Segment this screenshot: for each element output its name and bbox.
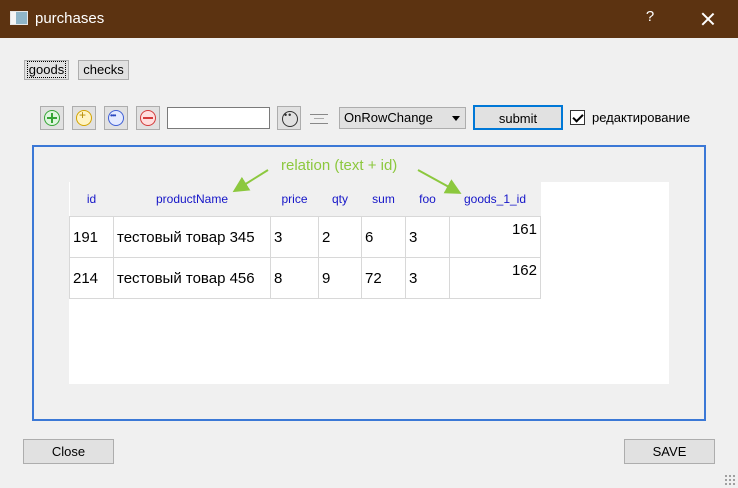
- column-header-foo[interactable]: foo: [405, 182, 450, 217]
- cell-qty[interactable]: 9: [318, 257, 362, 299]
- edit-checkbox-label: редактирование: [592, 110, 691, 125]
- column-header-id[interactable]: id: [69, 182, 114, 217]
- column-header-productname[interactable]: productName: [113, 182, 271, 217]
- cell-goods-1-id[interactable]: 162: [449, 257, 541, 299]
- cell-qty[interactable]: 2: [318, 216, 362, 258]
- column-header-goods-1-id[interactable]: goods_1_id: [449, 182, 541, 217]
- more-circle-icon: [108, 110, 124, 126]
- mode-select-value: OnRowChange: [344, 110, 433, 125]
- delete-circle-icon: [140, 110, 156, 126]
- cell-sum[interactable]: 72: [361, 257, 406, 299]
- help-button[interactable]: ?: [638, 8, 662, 30]
- mode-select[interactable]: OnRowChange: [339, 107, 466, 129]
- cell-productname[interactable]: тестовый товар 456: [113, 257, 271, 299]
- cell-id[interactable]: 191: [69, 216, 114, 258]
- cell-id[interactable]: 214: [69, 257, 114, 299]
- add-copy-button[interactable]: [72, 106, 96, 130]
- chevron-down-icon: [452, 116, 460, 121]
- find-button[interactable]: [277, 106, 301, 130]
- cell-sum[interactable]: 6: [361, 216, 406, 258]
- column-header-qty[interactable]: qty: [318, 182, 362, 217]
- split-icon[interactable]: [309, 110, 329, 128]
- cell-price[interactable]: 3: [270, 216, 319, 258]
- close-button[interactable]: Close: [23, 439, 114, 464]
- resize-grip-icon[interactable]: [724, 474, 736, 486]
- window-title: purchases: [35, 10, 105, 27]
- table-row[interactable]: 191 тестовый товар 345 3 2 6 3 161: [69, 216, 541, 258]
- submit-button[interactable]: submit: [473, 105, 563, 130]
- search-input[interactable]: [167, 107, 270, 129]
- table-header-row: id productName price qty sum foo goods_1…: [69, 182, 541, 217]
- column-header-sum[interactable]: sum: [361, 182, 406, 217]
- title-bar: purchases ?: [0, 0, 738, 38]
- tab-goods[interactable]: goods: [24, 60, 69, 80]
- tab-goods-label: goods: [26, 61, 67, 78]
- add-copy-icon: [76, 108, 92, 126]
- purchases-table: id productName price qty sum foo goods_1…: [69, 182, 541, 299]
- add-circle-icon: [44, 110, 60, 126]
- cell-productname[interactable]: тестовый товар 345: [113, 216, 271, 258]
- window-app-icon: [10, 11, 28, 25]
- cell-price[interactable]: 8: [270, 257, 319, 299]
- column-header-price[interactable]: price: [270, 182, 319, 217]
- table-row[interactable]: 214 тестовый товар 456 8 9 72 3 162: [69, 257, 541, 299]
- tab-checks[interactable]: checks: [78, 60, 129, 80]
- edit-checkbox[interactable]: [570, 110, 585, 125]
- cell-foo[interactable]: 3: [405, 257, 450, 299]
- cell-foo[interactable]: 3: [405, 216, 450, 258]
- relation-annotation: relation (text + id): [281, 157, 398, 174]
- delete-row-button[interactable]: [136, 106, 160, 130]
- close-window-icon[interactable]: [694, 5, 722, 33]
- cell-goods-1-id[interactable]: 161: [449, 216, 541, 258]
- find-icon: [282, 110, 298, 127]
- more-button[interactable]: [104, 106, 128, 130]
- add-row-button[interactable]: [40, 106, 64, 130]
- save-button[interactable]: SAVE: [624, 439, 715, 464]
